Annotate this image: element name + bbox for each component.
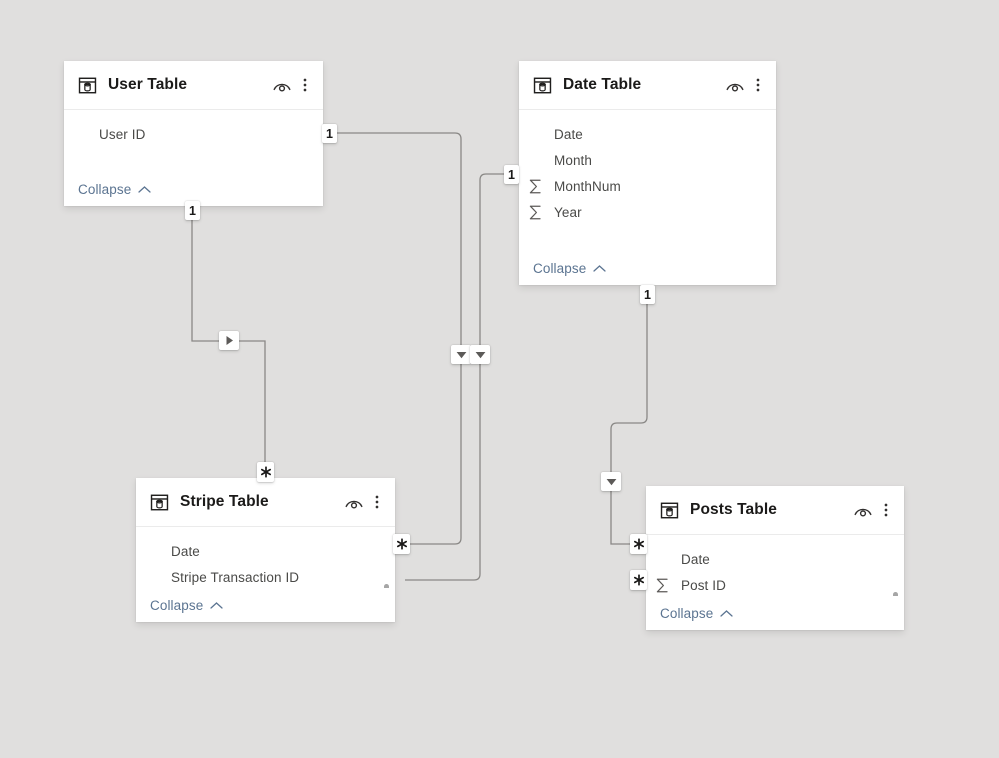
asterisk-icon bbox=[633, 538, 644, 550]
chevron-up-icon bbox=[593, 264, 606, 272]
eye-icon bbox=[273, 83, 291, 92]
more-options-icon bbox=[884, 503, 888, 517]
table-footer-stripe: Collapse bbox=[136, 588, 395, 622]
more-options-button[interactable] bbox=[878, 501, 894, 519]
filter-direction-arrow-down[interactable] bbox=[470, 345, 490, 364]
table-header-user[interactable]: User Table bbox=[64, 61, 323, 110]
collapse-button-date[interactable]: Collapse bbox=[533, 261, 606, 276]
cardinality-badge-one[interactable]: 1 bbox=[185, 201, 200, 220]
table-header-date[interactable]: Date Table bbox=[519, 61, 776, 110]
model-diagram-canvas[interactable]: User Table User ID Collapse Date Table D… bbox=[0, 0, 999, 758]
collapse-label: Collapse bbox=[78, 181, 132, 197]
table-title: Date Table bbox=[563, 76, 642, 93]
asterisk-icon bbox=[633, 574, 644, 586]
eye-icon bbox=[726, 83, 744, 92]
arrow-down-icon bbox=[606, 479, 616, 486]
asterisk-icon bbox=[396, 538, 407, 550]
eye-icon bbox=[345, 500, 363, 509]
field-label: Stripe Transaction ID bbox=[171, 569, 300, 585]
collapse-button-stripe[interactable]: Collapse bbox=[150, 598, 223, 613]
vertical-scrollbar[interactable] bbox=[384, 584, 389, 588]
cardinality-badge-one[interactable]: 1 bbox=[504, 165, 519, 184]
table-fields-date: Date Month MonthNum Year bbox=[519, 110, 776, 251]
table-header-stripe[interactable]: Stripe Table bbox=[136, 478, 395, 527]
hide-table-button[interactable] bbox=[725, 78, 750, 92]
vertical-scrollbar[interactable] bbox=[893, 592, 898, 596]
table-icon bbox=[533, 77, 552, 93]
collapse-button-posts[interactable]: Collapse bbox=[660, 606, 733, 621]
field-row[interactable]: Month bbox=[519, 147, 776, 173]
field-row[interactable]: Year bbox=[519, 199, 776, 225]
table-icon bbox=[150, 494, 169, 510]
link-date-posts bbox=[610, 292, 648, 545]
arrow-down-icon bbox=[456, 352, 466, 359]
table-footer-posts: Collapse bbox=[646, 596, 904, 630]
hide-table-button[interactable] bbox=[272, 78, 297, 92]
hide-table-button[interactable] bbox=[344, 495, 369, 509]
more-options-icon bbox=[756, 78, 760, 92]
more-options-icon bbox=[375, 495, 379, 509]
collapse-label: Collapse bbox=[150, 597, 204, 613]
cardinality-badge-many[interactable] bbox=[630, 570, 647, 590]
filter-direction-arrow-down[interactable] bbox=[601, 472, 621, 491]
table-card-posts[interactable]: Posts Table Date Post ID Collapse bbox=[646, 486, 904, 630]
field-label: Date bbox=[554, 126, 583, 142]
field-label: Month bbox=[554, 152, 593, 168]
field-label: Post ID bbox=[681, 577, 726, 593]
cardinality-badge-many[interactable] bbox=[257, 462, 274, 482]
collapse-label: Collapse bbox=[533, 260, 587, 276]
table-title: User Table bbox=[108, 76, 188, 93]
field-label: Date bbox=[681, 551, 710, 567]
field-row[interactable]: Post ID bbox=[646, 572, 904, 596]
filter-direction-arrow-down[interactable] bbox=[451, 345, 471, 364]
link-date-stripe bbox=[405, 173, 505, 581]
more-options-icon bbox=[303, 78, 307, 92]
eye-icon bbox=[854, 508, 872, 517]
table-fields-stripe: Date Stripe Transaction ID bbox=[136, 527, 395, 588]
table-title: Stripe Table bbox=[180, 493, 269, 510]
table-fields-posts: Date Post ID bbox=[646, 535, 904, 596]
arrow-right-icon bbox=[226, 336, 233, 345]
chevron-up-icon bbox=[210, 601, 223, 609]
sigma-icon bbox=[529, 179, 541, 193]
table-icon bbox=[78, 77, 97, 93]
arrow-down-icon bbox=[475, 352, 485, 359]
sigma-icon bbox=[656, 578, 668, 592]
table-header-posts[interactable]: Posts Table bbox=[646, 486, 904, 535]
hide-table-button[interactable] bbox=[853, 503, 878, 517]
asterisk-icon bbox=[260, 466, 271, 478]
field-label: Date bbox=[171, 543, 200, 559]
field-label: Year bbox=[554, 204, 582, 220]
more-options-button[interactable] bbox=[750, 76, 766, 94]
chevron-up-icon bbox=[138, 185, 151, 193]
table-footer-date: Collapse bbox=[519, 251, 776, 285]
more-options-button[interactable] bbox=[297, 76, 313, 94]
table-title: Posts Table bbox=[690, 501, 777, 518]
field-row[interactable]: User ID bbox=[64, 121, 323, 147]
field-row[interactable]: MonthNum bbox=[519, 173, 776, 199]
more-options-button[interactable] bbox=[369, 493, 385, 511]
field-row[interactable]: Date bbox=[519, 121, 776, 147]
field-label: User ID bbox=[99, 126, 146, 142]
table-card-stripe[interactable]: Stripe Table Date Stripe Transaction ID … bbox=[136, 478, 395, 622]
field-label: MonthNum bbox=[554, 178, 621, 194]
cardinality-badge-many[interactable] bbox=[630, 534, 647, 554]
table-card-user[interactable]: User Table User ID Collapse bbox=[64, 61, 323, 206]
chevron-up-icon bbox=[720, 609, 733, 617]
field-row[interactable]: Date bbox=[136, 538, 395, 564]
field-row[interactable]: Date bbox=[646, 546, 904, 572]
cardinality-badge-one[interactable]: 1 bbox=[322, 124, 337, 143]
table-card-date[interactable]: Date Table Date Month MonthNum Year Coll… bbox=[519, 61, 776, 285]
cardinality-badge-one[interactable]: 1 bbox=[640, 285, 655, 304]
field-row[interactable]: Stripe Transaction ID bbox=[136, 564, 395, 588]
filter-direction-arrow-right[interactable] bbox=[219, 331, 239, 350]
cardinality-badge-many[interactable] bbox=[393, 534, 410, 554]
collapse-button-user[interactable]: Collapse bbox=[78, 182, 151, 197]
collapse-label: Collapse bbox=[660, 605, 714, 621]
table-icon bbox=[660, 502, 679, 518]
sigma-icon bbox=[529, 205, 541, 219]
table-fields-user: User ID bbox=[64, 110, 323, 172]
